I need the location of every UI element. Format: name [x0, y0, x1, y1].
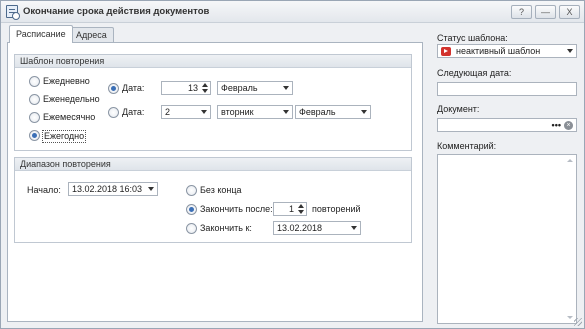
dialog-window: Окончание срока действия документов ? — …	[0, 0, 585, 329]
end-by-label: Закончить к:	[200, 223, 252, 233]
main-panel: Расписание Адреса Шаблон повторения Ежед…	[5, 25, 423, 322]
close-button[interactable]: X	[559, 5, 580, 19]
radio-end-by[interactable]	[186, 223, 197, 234]
radio-yearly[interactable]	[29, 130, 40, 141]
radio-date-2[interactable]	[108, 107, 119, 118]
tab-schedule[interactable]: Расписание	[9, 25, 73, 43]
radio-monthly-label: Ежемесячно	[43, 112, 96, 122]
date-1-day-value: 13	[187, 83, 198, 93]
document-field[interactable]: ••• ×	[437, 118, 577, 132]
end-by-date-value: 13.02.2018	[277, 223, 323, 233]
dropdown-arrow-icon	[283, 110, 289, 114]
dropdown-arrow-icon	[351, 226, 357, 230]
repeat-range-header: Диапазон повторения	[15, 158, 411, 171]
end-after-suffix: повторений	[312, 204, 361, 214]
date-2-week-value: 2	[165, 107, 171, 117]
date-2-weekday-value: вторник	[221, 107, 254, 117]
comment-label: Комментарий:	[437, 141, 497, 151]
radio-monthly[interactable]	[29, 112, 40, 123]
radio-daily[interactable]	[29, 76, 40, 87]
start-label: Начало:	[27, 185, 61, 195]
help-button[interactable]: ?	[511, 5, 532, 19]
repeat-pattern-group: Шаблон повторения Ежедневно Еженедельно …	[14, 54, 412, 151]
browse-button[interactable]: •••	[552, 119, 561, 131]
spinner-arrows-icon[interactable]	[297, 204, 305, 214]
scroll-up-arrow-icon[interactable]	[567, 159, 573, 162]
tab-content-schedule: Шаблон повторения Ежедневно Еженедельно …	[7, 42, 423, 322]
radio-no-end[interactable]	[186, 185, 197, 196]
comment-textarea[interactable]	[437, 154, 577, 324]
radio-yearly-label: Ежегодно	[42, 130, 87, 143]
minimize-button[interactable]: —	[535, 5, 556, 19]
date-1-day-spinner[interactable]: 13	[161, 81, 211, 95]
date-2-week-dropdown[interactable]: 2	[161, 105, 211, 119]
spinner-arrows-icon[interactable]	[201, 83, 209, 93]
title-bar[interactable]: Окончание срока действия документов ? — …	[1, 1, 584, 23]
repeat-range-group: Диапазон повторения Начало: 13.02.2018 1…	[14, 157, 412, 243]
dropdown-arrow-icon	[361, 110, 367, 114]
radio-daily-label: Ежедневно	[43, 76, 90, 86]
next-date-label: Следующая дата:	[437, 68, 512, 78]
status-dropdown[interactable]: неактивный шаблон	[437, 44, 577, 58]
dropdown-arrow-icon	[148, 187, 154, 191]
date-2-month-value: Февраль	[299, 107, 336, 117]
properties-panel: Статус шаблона: неактивный шаблон Следую…	[433, 25, 581, 324]
radio-end-after[interactable]	[186, 204, 197, 215]
clear-icon[interactable]: ×	[564, 121, 573, 130]
window-title: Окончание срока действия документов	[23, 6, 210, 17]
status-label: Статус шаблона:	[437, 33, 508, 43]
end-after-value: 1	[288, 204, 294, 214]
document-label: Документ:	[437, 104, 480, 114]
end-after-label: Закончить после:	[200, 204, 273, 214]
status-value: неактивный шаблон	[456, 46, 541, 56]
dropdown-arrow-icon	[283, 86, 289, 90]
date-1-month-dropdown[interactable]: Февраль	[217, 81, 293, 95]
date-2-weekday-dropdown[interactable]: вторник	[217, 105, 293, 119]
radio-weekly[interactable]	[29, 94, 40, 105]
dropdown-arrow-icon	[567, 49, 573, 53]
resize-grip-icon[interactable]	[574, 318, 582, 326]
end-after-spinner[interactable]: 1	[273, 202, 307, 216]
radio-weekly-label: Еженедельно	[43, 94, 100, 104]
next-date-field[interactable]	[437, 82, 577, 96]
date-1-month-value: Февраль	[221, 83, 258, 93]
tab-addresses[interactable]: Адреса	[69, 27, 114, 43]
date-1-label: Дата:	[122, 83, 145, 93]
document-schedule-icon	[6, 5, 20, 20]
dropdown-arrow-icon	[201, 110, 207, 114]
start-datetime-value: 13.02.2018 16:03	[72, 184, 143, 194]
end-by-date-dropdown[interactable]: 13.02.2018	[273, 221, 361, 235]
no-end-label: Без конца	[200, 185, 242, 195]
start-datetime-dropdown[interactable]: 13.02.2018 16:03	[68, 182, 158, 196]
inactive-status-icon	[441, 47, 451, 56]
radio-date-1[interactable]	[108, 83, 119, 94]
repeat-pattern-header: Шаблон повторения	[15, 55, 411, 68]
date-2-month-dropdown[interactable]: Февраль	[295, 105, 371, 119]
date-2-label: Дата:	[122, 107, 145, 117]
scroll-down-arrow-icon[interactable]	[567, 316, 573, 319]
